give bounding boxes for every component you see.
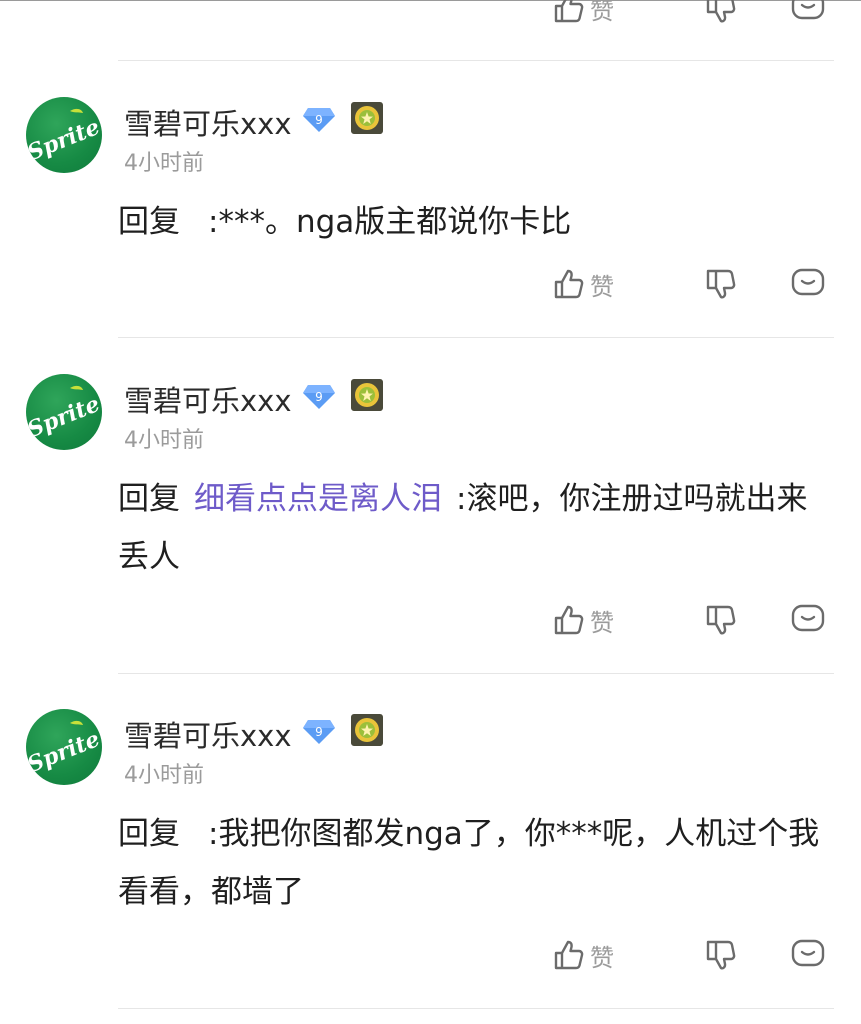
- svg-text:Sprite: Sprite: [26, 391, 102, 443]
- like-button[interactable]: 赞: [552, 600, 614, 640]
- reply-button[interactable]: [790, 935, 826, 975]
- timestamp: 4小时前: [124, 428, 204, 453]
- thumbs-down-icon: [704, 267, 738, 301]
- like-label: 赞: [590, 943, 614, 972]
- mention-link[interactable]: 细看点点是离人泪: [194, 481, 442, 517]
- like-button[interactable]: 赞: [552, 0, 614, 28]
- like-button[interactable]: 赞: [552, 264, 614, 304]
- thumbs-down-icon: [704, 0, 738, 25]
- comment-bubble-icon: [790, 0, 826, 26]
- comment-bubble-icon: [790, 602, 826, 638]
- timestamp: 4小时前: [124, 151, 204, 176]
- username[interactable]: 雪碧可乐xxx: [124, 101, 292, 143]
- svg-text:Sprite: Sprite: [26, 726, 102, 778]
- svg-text:Sprite: Sprite: [26, 114, 102, 166]
- action-bar: 赞: [552, 264, 832, 304]
- level-badge: 9: [302, 382, 336, 410]
- dislike-button[interactable]: [704, 264, 738, 304]
- thumbs-up-icon: [552, 267, 586, 301]
- comment-content: :***。nga版主都说你卡比: [208, 204, 572, 240]
- thumbs-down-icon: [704, 603, 738, 637]
- avatar[interactable]: Sprite: [26, 374, 102, 450]
- timestamp: 4小时前: [124, 763, 204, 788]
- comment-bubble-icon: [790, 266, 826, 302]
- medal-icon: [350, 101, 384, 135]
- like-label: 赞: [590, 608, 614, 637]
- reply-button[interactable]: [790, 600, 826, 640]
- level-badge: 9: [302, 717, 336, 745]
- avatar[interactable]: Sprite: [26, 709, 102, 785]
- divider: [118, 673, 834, 674]
- svg-text:9: 9: [315, 725, 323, 739]
- sprite-logo-icon: Sprite: [26, 385, 102, 443]
- reply-button[interactable]: [790, 0, 826, 28]
- thumbs-down-icon: [704, 938, 738, 972]
- comment-text: 回复:我把你图都发nga了，你***呢，人机过个我看看，都墙了: [118, 805, 833, 921]
- comment-text: 回复 细看点点是离人泪:滚吧，你注册过吗就出来丢人: [118, 470, 833, 586]
- thumbs-up-icon: [552, 603, 586, 637]
- comment-text: 回复 :***。nga版主都说你卡比: [118, 193, 833, 251]
- sprite-logo-icon: Sprite: [26, 720, 102, 778]
- reply-button[interactable]: [790, 264, 826, 304]
- like-label: 赞: [590, 0, 614, 25]
- level-badge: 9: [302, 105, 336, 133]
- reply-prefix: 回复: [118, 481, 180, 517]
- medal-icon: [350, 713, 384, 747]
- reply-prefix: 回复: [118, 204, 180, 240]
- comment-content: :我把你图都发nga了，你***呢，人机过个我看看，都墙了: [118, 816, 820, 910]
- medal-icon: [350, 378, 384, 412]
- svg-text:9: 9: [315, 390, 323, 404]
- like-label: 赞: [590, 272, 614, 301]
- comment-bubble-icon: [790, 937, 826, 973]
- action-bar: 赞: [552, 935, 832, 975]
- thumbs-up-icon: [552, 938, 586, 972]
- username[interactable]: 雪碧可乐xxx: [124, 378, 292, 420]
- divider: [118, 60, 834, 61]
- divider: [118, 1008, 834, 1009]
- action-bar: 赞: [552, 600, 832, 640]
- dislike-button[interactable]: [704, 0, 738, 28]
- thumbs-up-icon: [552, 0, 586, 25]
- svg-text:9: 9: [315, 113, 323, 127]
- reply-prefix: 回复: [118, 816, 180, 852]
- sprite-logo-icon: Sprite: [26, 108, 102, 166]
- username[interactable]: 雪碧可乐xxx: [124, 713, 292, 755]
- action-bar-previous: 赞: [552, 0, 832, 28]
- dislike-button[interactable]: [704, 935, 738, 975]
- like-button[interactable]: 赞: [552, 935, 614, 975]
- avatar[interactable]: Sprite: [26, 97, 102, 173]
- divider: [118, 337, 834, 338]
- dislike-button[interactable]: [704, 600, 738, 640]
